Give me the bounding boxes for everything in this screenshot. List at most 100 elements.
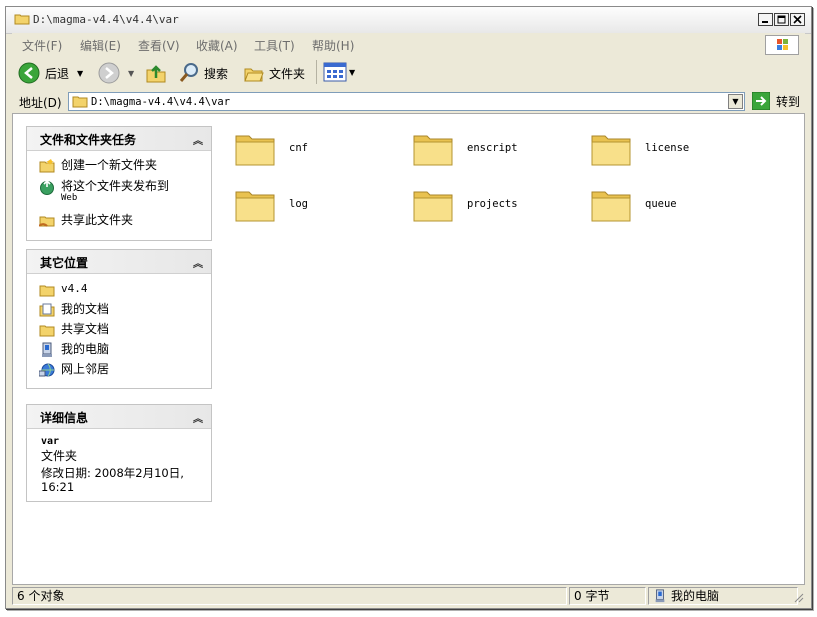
places-panel-title: 其它位置 <box>40 256 89 270</box>
place-network[interactable]: 网上邻居 <box>39 362 109 378</box>
folder-icon <box>413 135 453 166</box>
menu-favorites[interactable]: 收藏(A) <box>196 37 238 54</box>
folder-icon <box>14 14 30 25</box>
folder-item[interactable]: queue <box>589 184 677 224</box>
chevron-down-icon: ▼ <box>732 97 739 106</box>
chevron-down-icon[interactable]: ▼ <box>77 69 83 78</box>
task-label: 将这个文件夹发布到 <box>61 179 170 193</box>
publish-web-icon <box>40 179 54 195</box>
tasks-panel: 文件和文件夹任务 ︽ 创建一个新文件夹 将这个文件夹发布到 Web 共享此文件夹 <box>26 126 212 241</box>
minimize-button[interactable] <box>758 13 773 26</box>
folder-item[interactable]: cnf <box>233 128 308 168</box>
back-button[interactable]: 后退 ▼ <box>18 62 83 84</box>
folder-item[interactable]: projects <box>411 184 518 224</box>
tasks-panel-header[interactable]: 文件和文件夹任务 ︽ <box>27 127 211 151</box>
go-label: 转到 <box>776 94 801 109</box>
place-shared-documents[interactable]: 共享文档 <box>39 322 109 338</box>
folders-button[interactable]: 文件夹 <box>243 62 305 84</box>
back-arrow-icon <box>18 62 40 84</box>
menu-file[interactable]: 文件(F) <box>22 37 62 54</box>
go-button[interactable]: 转到 <box>752 92 800 110</box>
back-label: 后退 <box>45 66 70 81</box>
new-folder-icon <box>39 159 55 173</box>
status-object-count: 6 个对象 <box>12 587 567 605</box>
forward-button[interactable]: ▼ <box>98 62 134 84</box>
maximize-button[interactable] <box>774 13 789 26</box>
collapse-icon[interactable]: ︽ <box>193 410 203 425</box>
details-modified-time: 16:21 <box>41 480 75 494</box>
status-location-label: 我的电脑 <box>671 589 720 603</box>
close-icon <box>793 15 802 24</box>
up-folder-button[interactable] <box>145 62 167 84</box>
menu-bar: 文件(F) 编辑(E) 查看(V) 收藏(A) 工具(T) 帮助(H) <box>12 33 805 56</box>
network-places-icon <box>39 363 55 377</box>
my-computer-icon <box>655 589 665 603</box>
menu-tools[interactable]: 工具(T) <box>254 37 295 54</box>
places-panel-header[interactable]: 其它位置 ︽ <box>27 250 211 274</box>
menu-edit[interactable]: 编辑(E) <box>80 37 121 54</box>
explorer-window: D:\magma-v4.4\v4.4\var 文件(F) 编辑(E) 查看(V)… <box>5 6 812 609</box>
folder-item[interactable]: log <box>233 184 308 224</box>
task-new-folder[interactable]: 创建一个新文件夹 <box>39 158 157 174</box>
folder-item[interactable]: enscript <box>411 128 518 168</box>
details-panel: 详细信息 ︽ var 文件夹 修改日期: 2008年2月10日, 16:21 <box>26 404 212 502</box>
search-icon <box>179 63 198 82</box>
status-location: 我的电脑 <box>648 587 798 605</box>
folder-icon <box>235 191 275 222</box>
my-computer-icon <box>42 342 52 357</box>
address-value: D:\magma-v4.4\v4.4\var <box>91 96 231 108</box>
toolbar: 后退 ▼ ▼ 搜索 文件夹 ▼ <box>12 55 805 92</box>
place-label: 我的电脑 <box>61 342 110 356</box>
details-panel-header[interactable]: 详细信息 ︽ <box>27 405 211 429</box>
collapse-icon[interactable]: ︽ <box>193 132 203 147</box>
shared-documents-icon <box>39 325 55 337</box>
views-button[interactable]: ▼ <box>316 60 355 84</box>
search-button[interactable]: 搜索 <box>178 62 228 84</box>
folders-label: 文件夹 <box>269 66 306 81</box>
place-label: v4.4 <box>61 282 88 295</box>
folder-icon <box>235 135 275 166</box>
folder-icon <box>39 285 55 297</box>
folder-label: log <box>289 198 308 210</box>
address-dropdown-button[interactable]: ▼ <box>728 94 743 109</box>
up-folder-icon <box>146 65 166 83</box>
menu-view[interactable]: 查看(V) <box>138 37 180 54</box>
chevron-down-icon[interactable]: ▼ <box>349 68 355 77</box>
title-bar[interactable]: D:\magma-v4.4\v4.4\var <box>6 7 811 34</box>
details-panel-title: 详细信息 <box>40 411 89 425</box>
folder-icon <box>591 191 631 222</box>
folders-icon <box>244 68 264 82</box>
my-documents-icon <box>39 303 55 317</box>
collapse-icon[interactable]: ︽ <box>193 255 203 270</box>
details-modified: 修改日期: 2008年2月10日, <box>41 466 184 480</box>
task-publish-web[interactable]: 将这个文件夹发布到 Web <box>39 179 169 203</box>
chevron-down-icon[interactable]: ▼ <box>128 69 134 78</box>
folder-label: queue <box>645 198 677 210</box>
place-my-documents[interactable]: 我的文档 <box>39 302 109 318</box>
close-button[interactable] <box>790 13 805 26</box>
menu-help[interactable]: 帮助(H) <box>312 37 354 54</box>
views-icon <box>323 62 347 82</box>
status-bar: 6 个对象 0 字节 我的电脑 <box>12 586 805 606</box>
task-label-group: 将这个文件夹发布到 Web <box>61 179 169 203</box>
go-arrow-icon <box>752 92 770 110</box>
folder-label: cnf <box>289 142 308 154</box>
address-input[interactable]: D:\magma-v4.4\v4.4\var ▼ <box>68 92 745 111</box>
resize-grip-icon[interactable] <box>792 591 804 603</box>
folder-label: license <box>645 142 690 154</box>
place-label: 我的文档 <box>61 302 110 316</box>
place-v44[interactable]: v4.4 <box>39 282 88 298</box>
task-label-web: Web <box>61 193 78 203</box>
folder-item[interactable]: license <box>589 128 689 168</box>
folder-icon <box>591 135 631 166</box>
address-bar: 地址(D) D:\magma-v4.4\v4.4\var ▼ 转到 <box>12 91 805 114</box>
place-my-computer[interactable]: 我的电脑 <box>39 342 109 358</box>
share-folder-icon <box>39 216 55 227</box>
task-share-folder[interactable]: 共享此文件夹 <box>39 213 133 229</box>
task-label: 创建一个新文件夹 <box>61 158 158 172</box>
folder-icon <box>72 96 88 108</box>
details-type: 文件夹 <box>41 449 78 463</box>
status-size: 0 字节 <box>569 587 646 605</box>
windows-logo <box>765 35 799 55</box>
place-label: 共享文档 <box>61 322 110 336</box>
